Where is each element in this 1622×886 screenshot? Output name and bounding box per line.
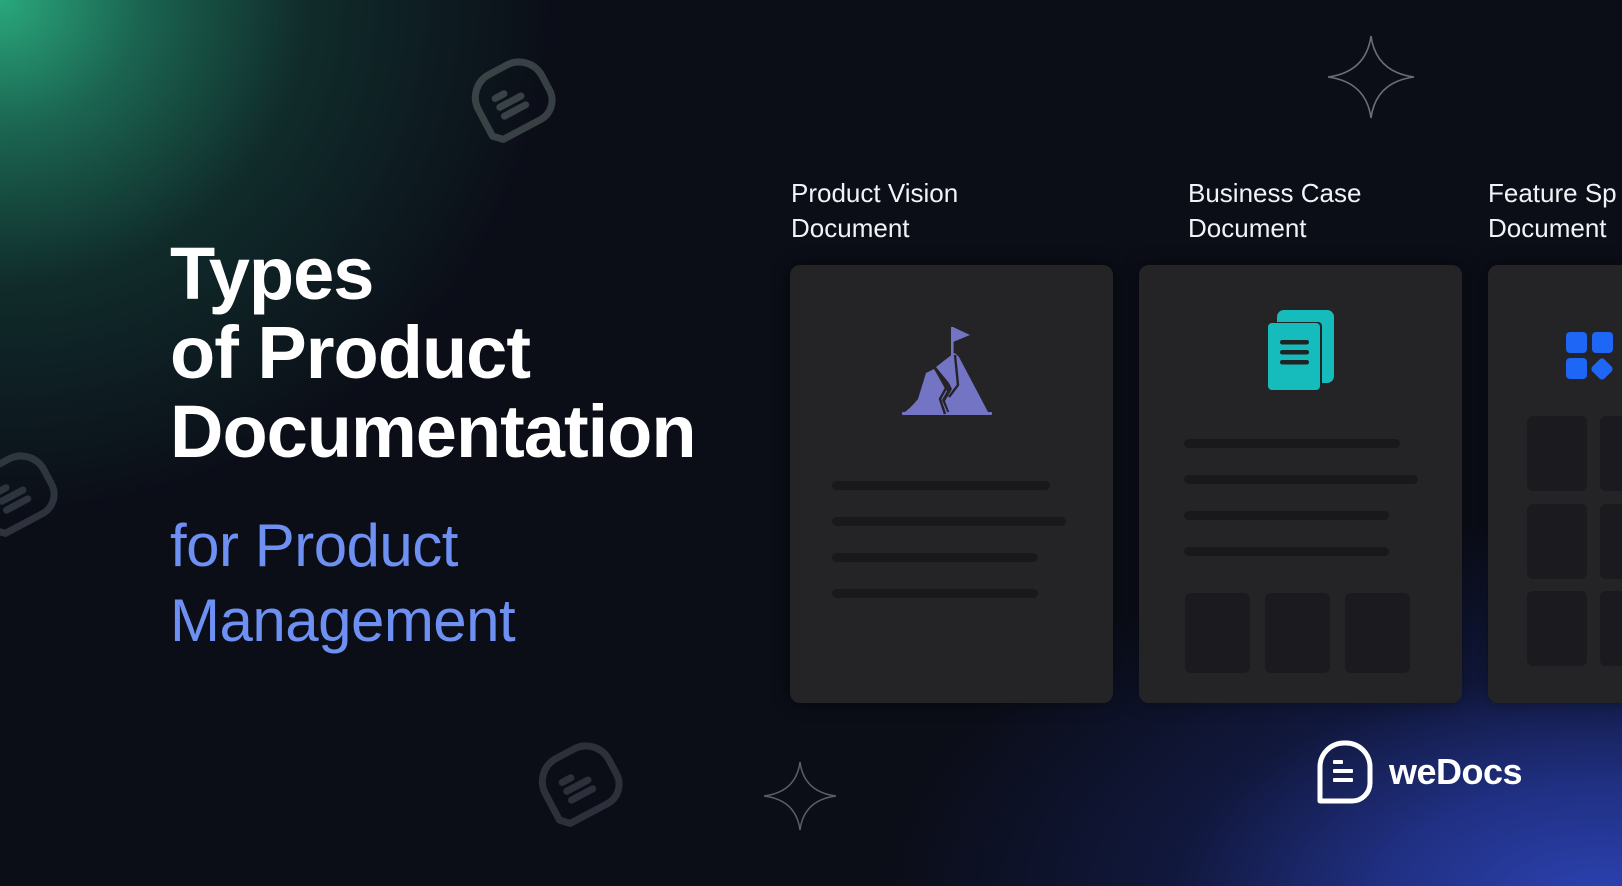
text-placeholder-line bbox=[832, 589, 1038, 598]
sparkle-icon bbox=[1327, 35, 1415, 119]
title-line: Documentation bbox=[170, 390, 697, 473]
card-title-business-case: Business Case Document bbox=[1188, 176, 1361, 246]
documents-icon bbox=[1268, 310, 1334, 390]
card-business-case bbox=[1139, 265, 1462, 703]
text-placeholder-line bbox=[1184, 511, 1389, 520]
card-title-line: Feature Sp bbox=[1488, 178, 1617, 208]
image-placeholder bbox=[1527, 416, 1587, 491]
card-title-line: Business Case bbox=[1188, 178, 1362, 208]
card-title-line: Document bbox=[791, 213, 910, 243]
image-placeholder bbox=[1527, 591, 1587, 666]
image-placeholder bbox=[1265, 593, 1330, 673]
text-placeholder-line bbox=[832, 553, 1038, 562]
wedocs-bubble-icon bbox=[471, 58, 556, 143]
text-placeholder-line bbox=[1184, 475, 1418, 484]
card-feature-spec bbox=[1488, 265, 1622, 703]
brand-name: weDocs bbox=[1389, 751, 1523, 792]
card-title-line: Document bbox=[1188, 213, 1307, 243]
text-placeholder-line bbox=[1184, 547, 1389, 556]
image-placeholder bbox=[1600, 504, 1622, 579]
title-line: of Product bbox=[170, 311, 531, 394]
blocks-icon bbox=[1566, 332, 1613, 380]
text-placeholder-line bbox=[1184, 439, 1400, 448]
wedocs-logo-icon bbox=[1317, 740, 1373, 804]
subtitle-line: Management bbox=[170, 587, 516, 654]
page-subtitle: for Product Management bbox=[170, 508, 516, 658]
image-placeholder bbox=[1600, 591, 1622, 666]
image-placeholder bbox=[1600, 416, 1622, 491]
brand-logo: weDocs bbox=[1317, 740, 1523, 804]
wedocs-bubble-icon bbox=[0, 452, 58, 537]
mountain-flag-icon bbox=[902, 327, 992, 415]
title-line: Types bbox=[170, 232, 374, 315]
card-title-feature-spec: Feature Sp Document bbox=[1488, 176, 1617, 246]
card-title-product-vision: Product Vision Document bbox=[791, 176, 958, 246]
wedocs-bubble-icon bbox=[538, 742, 623, 827]
card-product-vision bbox=[790, 265, 1113, 703]
image-placeholder bbox=[1345, 593, 1410, 673]
text-placeholder-line bbox=[832, 517, 1066, 526]
page-title: Types of Product Documentation bbox=[170, 232, 697, 473]
image-placeholder bbox=[1185, 593, 1250, 673]
sparkle-icon bbox=[763, 761, 837, 831]
card-title-line: Document bbox=[1488, 213, 1607, 243]
subtitle-line: for Product bbox=[170, 512, 458, 579]
card-title-line: Product Vision bbox=[791, 178, 959, 208]
text-placeholder-line bbox=[832, 481, 1050, 490]
image-placeholder bbox=[1527, 504, 1587, 579]
